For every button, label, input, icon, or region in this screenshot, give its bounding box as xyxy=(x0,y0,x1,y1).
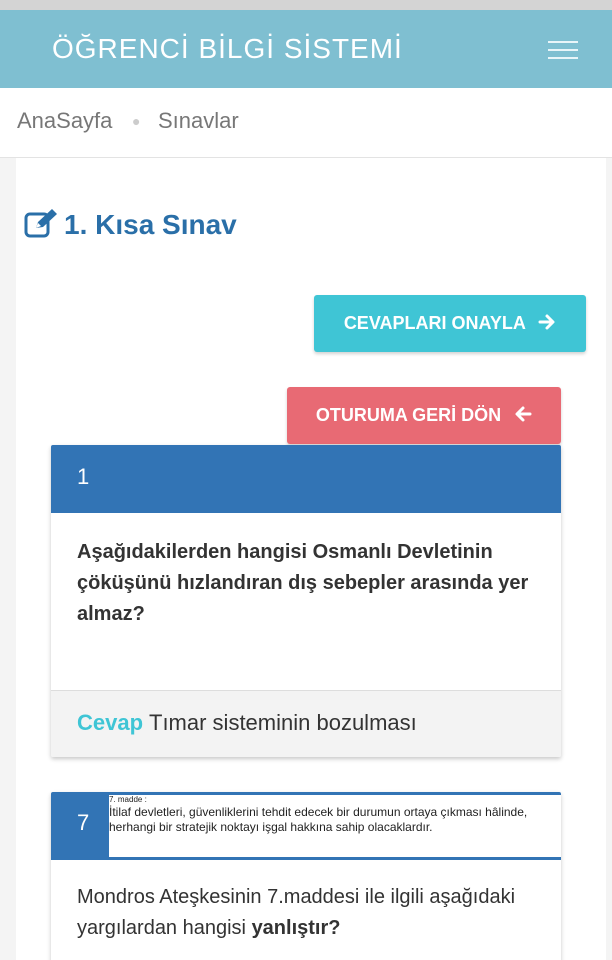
question-card: 7 7. madde : İtilaf devletleri, güvenlik… xyxy=(51,792,561,960)
breadcrumb-home-link[interactable]: AnaSayfa xyxy=(17,88,112,154)
quoted-article-note: 7. madde : İtilaf devletleri, güvenlikle… xyxy=(109,795,561,857)
note-text: İtilaf devletleri, güvenliklerini tehdit… xyxy=(109,805,528,834)
note-title: 7. madde : xyxy=(109,795,147,804)
confirm-answers-button[interactable]: CEVAPLARI ONAYLA xyxy=(314,295,586,352)
arrow-left-icon xyxy=(515,406,532,422)
confirm-answers-label: CEVAPLARI ONAYLA xyxy=(343,313,526,333)
hamburger-icon[interactable] xyxy=(548,38,580,62)
breadcrumb-separator-icon: ● xyxy=(132,113,141,129)
question-text-emphasis: yanlıştır? xyxy=(251,917,341,939)
page-title: 1. Kısa Sınav xyxy=(24,204,237,246)
question-card-header: 7 7. madde : İtilaf devletleri, güvenlik… xyxy=(51,792,561,860)
status-strip xyxy=(0,0,612,10)
edit-icon xyxy=(24,208,58,239)
back-to-session-button[interactable]: OTURUMA GERİ DÖN xyxy=(287,387,561,444)
app-title: ÖĞRENCİ BİLGİ SİSTEMİ xyxy=(52,33,403,64)
breadcrumb: AnaSayfa ● Sınavlar xyxy=(0,88,612,158)
answer-footer: Cevap Tımar sisteminin bozulması xyxy=(51,690,561,757)
navbar: ÖĞRENCİ BİLGİ SİSTEMİ xyxy=(0,10,612,88)
page-title-text: 1. Kısa Sınav xyxy=(64,209,237,240)
question-number: 1 xyxy=(77,464,90,489)
breadcrumb-current: Sınavlar xyxy=(158,108,239,133)
arrow-right-icon xyxy=(538,314,555,330)
answer-label: Cevap xyxy=(77,710,144,735)
question-text: Aşağıdakilerden hangisi Osmanlı Devletin… xyxy=(77,541,529,625)
question-card: 1 Aşağıdakilerden hangisi Osmanlı Devlet… xyxy=(51,445,561,757)
back-to-session-label: OTURUMA GERİ DÖN xyxy=(315,405,502,425)
answer-text: Tımar sisteminin bozulması xyxy=(149,710,417,735)
question-text: Mondros Ateşkesinin 7.maddesi ile ilgili… xyxy=(77,882,547,944)
question-card-header: 1 xyxy=(51,445,561,513)
question-number: 7 xyxy=(77,810,90,835)
